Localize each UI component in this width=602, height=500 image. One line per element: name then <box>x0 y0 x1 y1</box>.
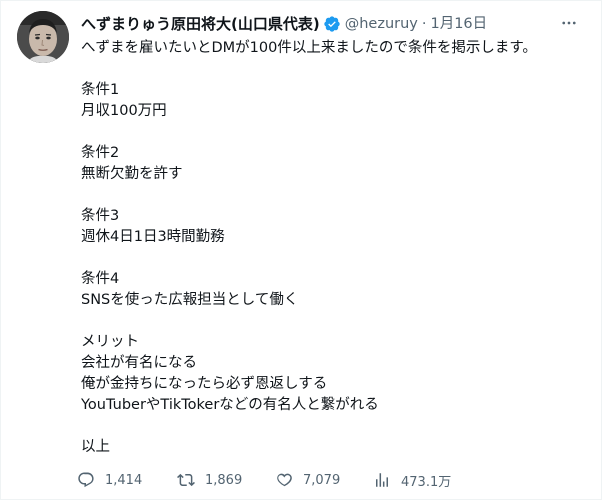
tweet-text: へずまを雇いたいとDMが100件以上来ましたので条件を掲示します。 条件1 月収… <box>81 38 581 458</box>
merit-2: 俺が金持ちになったら必ず恩返しする <box>81 376 328 392</box>
retweet-count: 1,869 <box>205 472 243 488</box>
verified-badge-icon <box>323 15 341 33</box>
condition-1-title: 条件1 <box>81 82 120 98</box>
merit-3: YouTuberやTikTokerなどの有名人と繋がれる <box>81 397 379 413</box>
reply-icon <box>77 471 95 489</box>
action-bar: 1,414 1,869 7,079 473.1万 <box>77 469 577 491</box>
heart-icon <box>275 471 293 489</box>
like-button[interactable]: 7,079 <box>275 471 340 489</box>
condition-3-text: 週休4日1日3時間勤務 <box>81 229 225 245</box>
condition-2-text: 無断欠勤を許す <box>81 166 183 182</box>
more-dots-icon[interactable] <box>557 13 581 33</box>
condition-2-title: 条件2 <box>81 145 120 161</box>
merit-title: メリット <box>81 334 139 350</box>
like-count: 7,079 <box>303 472 341 488</box>
separator-dot: · <box>421 16 427 32</box>
retweet-button[interactable]: 1,869 <box>177 471 242 489</box>
view-count: 473.1万 <box>401 474 452 490</box>
views-button[interactable]: 473.1万 <box>373 471 451 490</box>
merit-1: 会社が有名になる <box>81 355 197 371</box>
tweet-header: へずまりゅう原田将大(山口県代表) @hezuruy · 1月16日 <box>81 13 487 35</box>
condition-4-text: SNSを使った広報担当として働く <box>81 292 299 308</box>
reply-button[interactable]: 1,414 <box>77 471 142 489</box>
user-handle[interactable]: @hezuruy <box>345 14 418 34</box>
reply-count: 1,414 <box>105 472 143 488</box>
avatar-photo <box>17 11 69 63</box>
tweet-card: へずまりゅう原田将大(山口県代表) @hezuruy · 1月16日 へずまを雇… <box>0 0 602 500</box>
tweet-date[interactable]: 1月16日 <box>430 14 487 34</box>
retweet-icon <box>177 471 195 489</box>
avatar[interactable] <box>17 11 69 63</box>
condition-4-title: 条件4 <box>81 271 120 287</box>
tweet-intro: へずまを雇いたいとDMが100件以上来ましたので条件を掲示します。 <box>81 40 537 56</box>
condition-1-text: 月収100万円 <box>81 103 167 119</box>
views-chart-icon <box>373 471 391 489</box>
tweet-ending: 以上 <box>81 439 110 455</box>
condition-3-title: 条件3 <box>81 208 120 224</box>
display-name[interactable]: へずまりゅう原田将大(山口県代表) <box>81 14 320 34</box>
